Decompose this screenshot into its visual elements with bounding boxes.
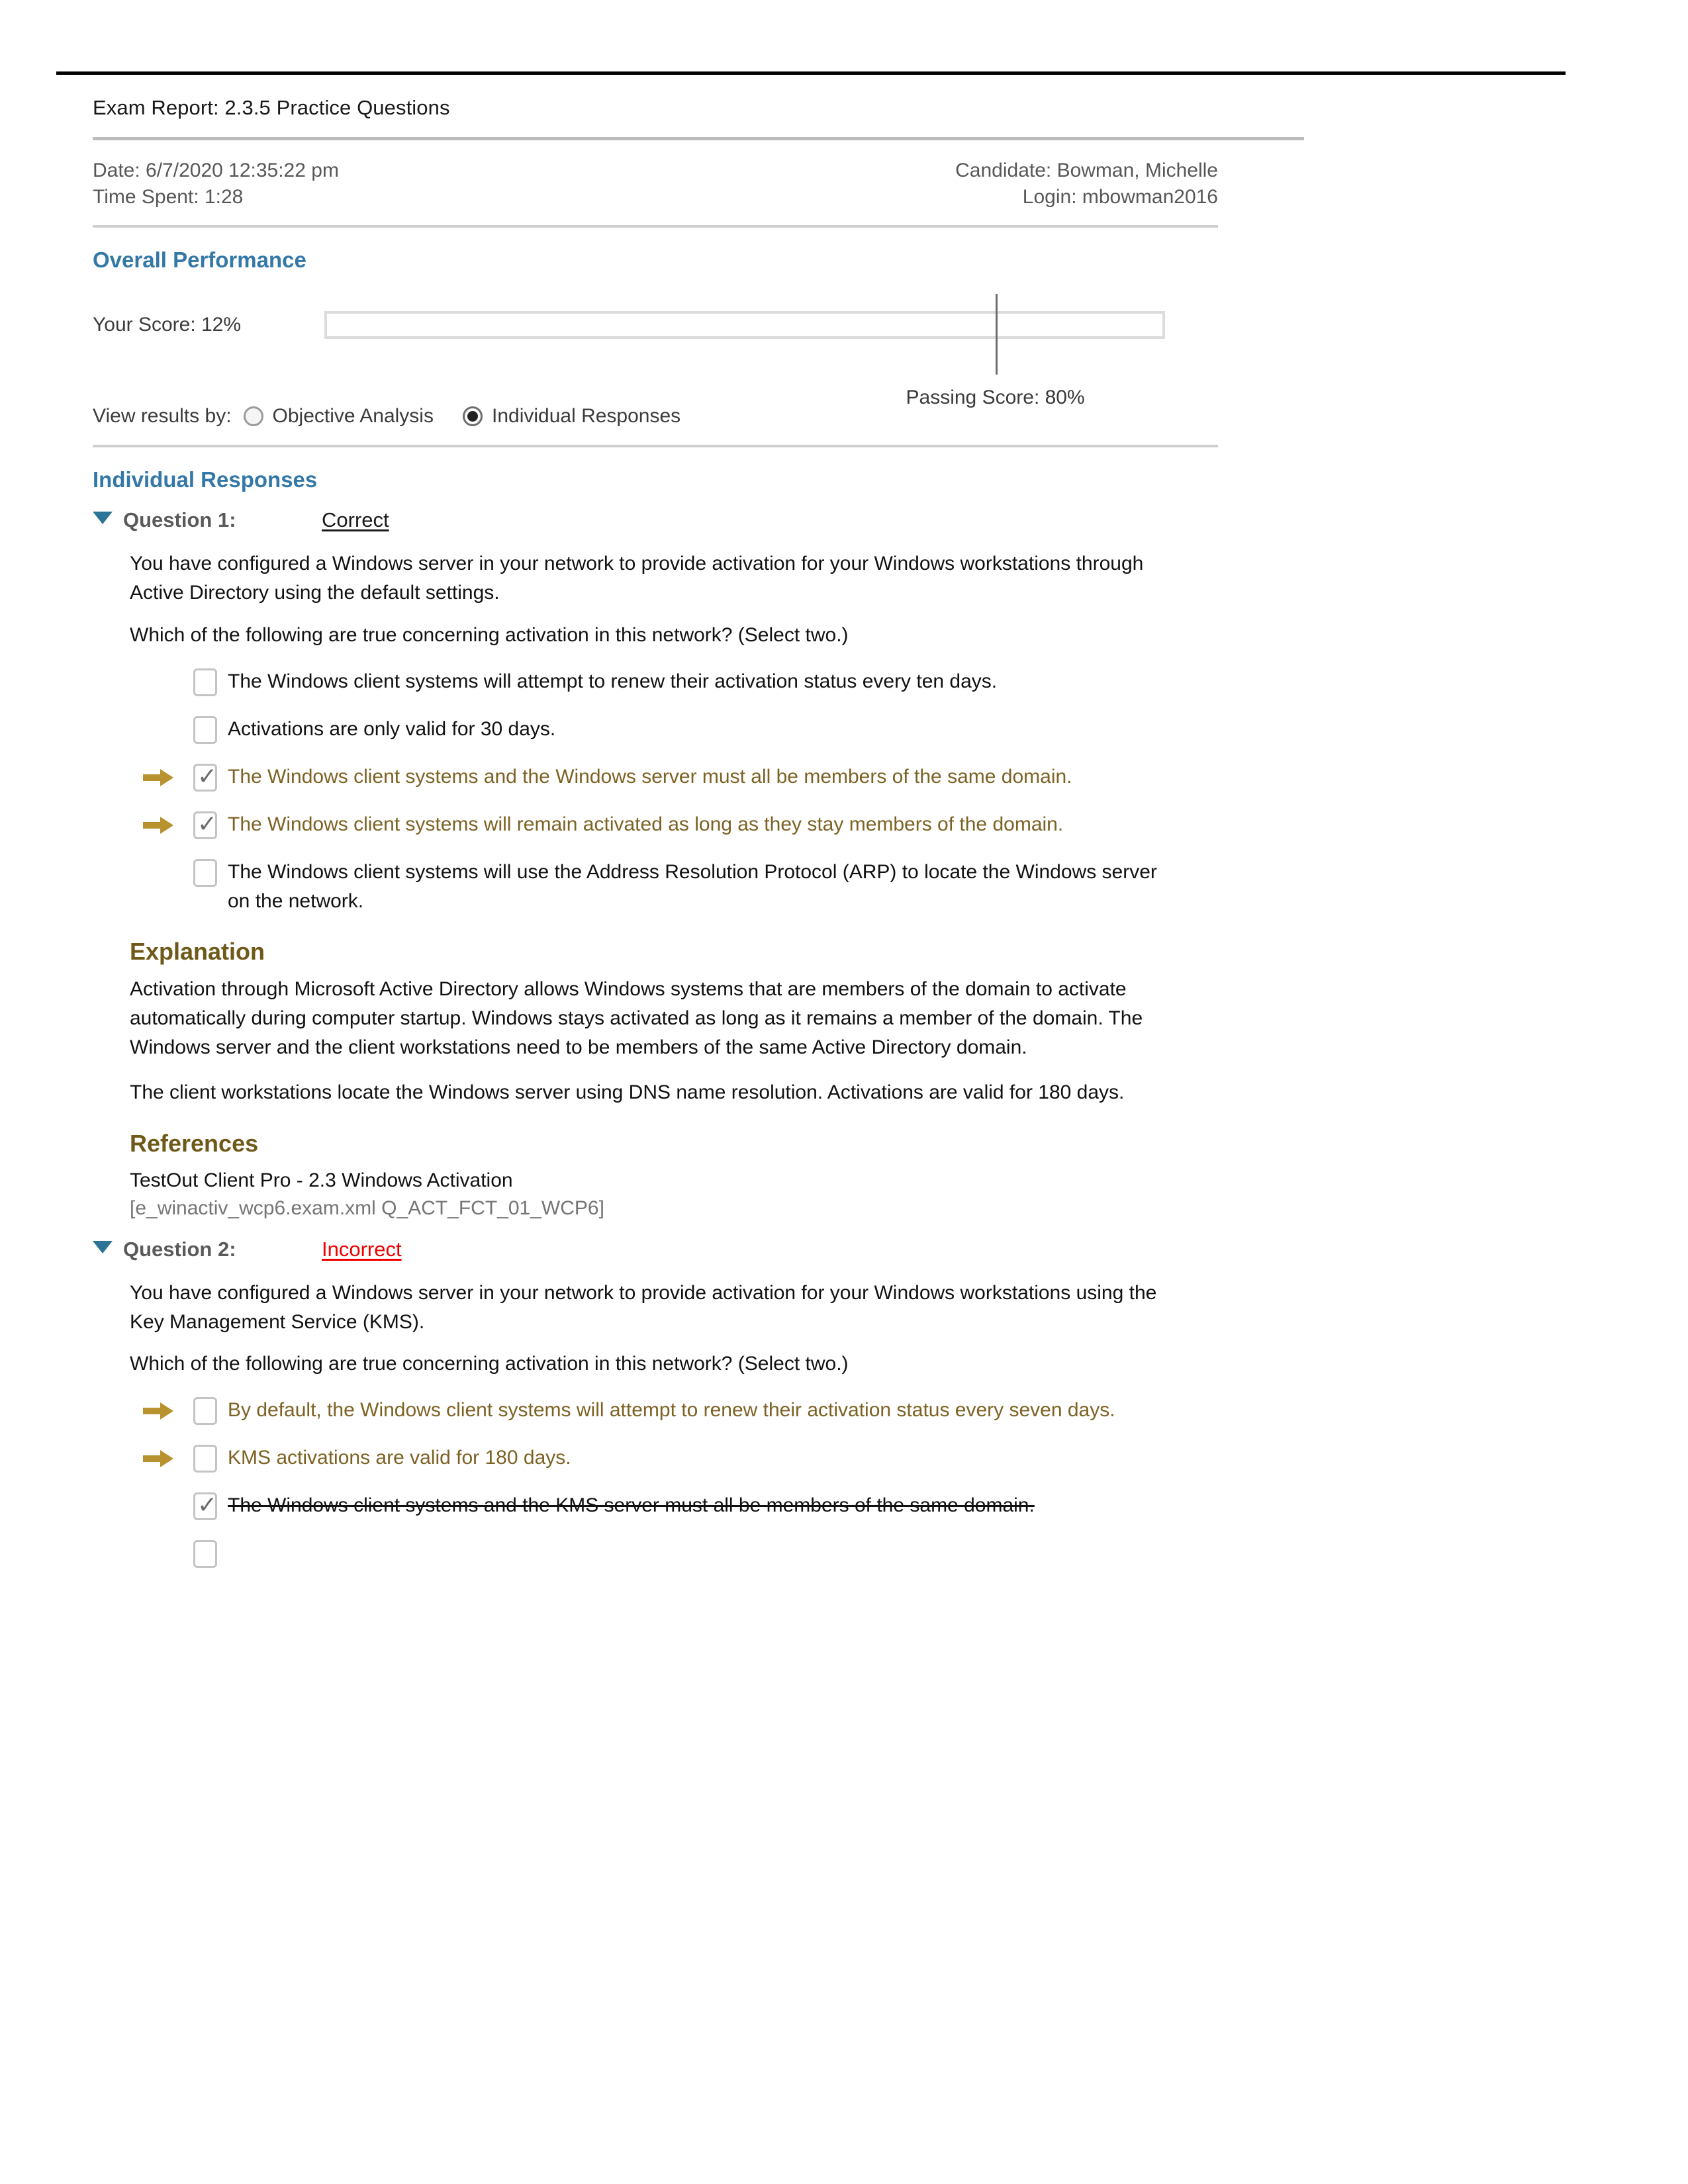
answer-checkbox[interactable] (193, 715, 217, 744)
exam-meta: Date: 6/7/2020 12:35:22 pm Time Spent: 1… (93, 140, 1218, 225)
exam-title: Exam Report: 2.3.5 Practice Questions (93, 96, 450, 119)
question-status: Correct (322, 508, 389, 532)
question-block: Question 1: Correct You have configured a … (93, 498, 1397, 1222)
answer-option-text: The Windows client systems will use the … (228, 860, 1157, 912)
score-bar-fill (327, 314, 428, 337)
explanation-paragraph: The client workstations locate the Windo… (130, 1081, 1125, 1103)
reference-title: TestOut Client Pro - 2.3 Windows Activat… (130, 1169, 513, 1191)
view-results-prompt: View results by: (93, 405, 232, 428)
radio-label-individual-responses[interactable]: Individual Responses (492, 405, 680, 428)
answer-option[interactable] (130, 1539, 1397, 1569)
exam-meta-left: Date: 6/7/2020 12:35:22 pm Time Spent: 1… (93, 158, 339, 210)
question-stem-paragraph: Which of the following are true concerni… (130, 623, 849, 646)
question-stem-paragraph: You have configured a Windows server in … (130, 553, 1144, 604)
question-header[interactable]: Question 1: Correct (93, 498, 1397, 536)
checkmark-icon: ✓ (197, 1492, 218, 1520)
question-number-label: Question 1: (123, 508, 236, 532)
answer-option[interactable]: KMS activations are valid for 180 days. (130, 1443, 1397, 1473)
arrow-right-icon (143, 816, 173, 834)
checkmark-icon: ✓ (197, 762, 218, 790)
candidate-name: Candidate: Bowman, Michelle (955, 159, 1218, 181)
answer-option[interactable]: ✓ The Windows client systems and the KMS … (130, 1491, 1397, 1521)
collapse-triangle-icon[interactable] (93, 1240, 113, 1253)
questions-list: Question 1: Correct You have configured a … (93, 498, 1397, 1569)
correct-answer-arrow-icon (143, 1450, 175, 1468)
answer-option-text: The Windows client systems will remain a… (228, 813, 1064, 835)
arrow-right-icon (143, 1450, 173, 1468)
correct-answer-arrow-icon (143, 816, 175, 834)
overall-performance-heading: Overall Performance (93, 248, 306, 273)
time-spent: Time Spent: 1:28 (93, 186, 244, 208)
correct-answer-arrow-icon (143, 1402, 175, 1420)
checkmark-icon: ✓ (197, 810, 218, 838)
question-header[interactable]: Question 2: Incorrect (93, 1227, 1397, 1265)
answer-option-text: The Windows client systems and the KMS s… (228, 1494, 1035, 1517)
answer-checkbox[interactable] (193, 668, 217, 696)
answer-options: By default, the Windows client systems w… (130, 1396, 1397, 1569)
candidate-login: Login: mbowman2016 (1022, 186, 1218, 208)
question-stem-paragraph: Which of the following are true concerni… (130, 1353, 849, 1375)
arrow-right-icon (143, 768, 173, 786)
your-score-label: Your Score: 12% (93, 314, 242, 336)
question-body: You have configured a Windows server in … (93, 549, 1397, 1222)
collapse-triangle-icon[interactable] (93, 512, 113, 525)
score-row: Your Score: 12% Passing Score: 80% (93, 294, 1165, 408)
view-results-row: View results by: Objective Analysis Indi… (93, 393, 1397, 445)
explanation-paragraph: Activation through Microsoft Active Dire… (130, 978, 1143, 1058)
report-content: Exam Report: 2.3.5 Practice Questions Da… (56, 71, 1566, 1586)
exam-date: Date: 6/7/2020 12:35:22 pm (93, 159, 339, 181)
answer-option-text: KMS activations are valid for 180 days. (228, 1447, 571, 1469)
passing-score-label: Passing Score: 80% (906, 387, 1085, 409)
view-results-divider (93, 445, 1218, 448)
answer-option[interactable]: By default, the Windows client systems w… (130, 1396, 1397, 1426)
answer-option[interactable]: The Windows client systems will use the … (130, 858, 1397, 916)
question-body: You have configured a Windows server in … (93, 1279, 1397, 1569)
answer-option-text: Activations are only valid for 30 days. (228, 717, 556, 740)
answer-option-text: By default, the Windows client systems w… (228, 1399, 1115, 1422)
question-number-label: Question 2: (123, 1237, 236, 1261)
radio-individual-responses[interactable] (462, 406, 483, 427)
correct-answer-arrow-icon (143, 768, 175, 786)
answer-option-text: The Windows client systems and the Windo… (228, 765, 1072, 788)
answer-options: The Windows client systems will attempt … (130, 667, 1397, 916)
answer-checkbox[interactable] (193, 1540, 217, 1569)
answer-option[interactable]: Activations are only valid for 30 days. (130, 715, 1397, 744)
exam-meta-right: Candidate: Bowman, Michelle Login: mbowm… (955, 158, 1218, 210)
meta-divider (93, 225, 1218, 228)
explanation-heading: Explanation (130, 938, 265, 966)
answer-checkbox[interactable] (193, 1445, 217, 1473)
radio-label-objective-analysis[interactable]: Objective Analysis (273, 405, 434, 428)
score-area: Your Score: 12% Passing Score: 80% (93, 287, 1397, 408)
references-heading: References (130, 1129, 259, 1157)
answer-option[interactable]: ✓ The Windows client systems and the Wind… (130, 762, 1397, 792)
individual-responses-heading: Individual Responses (93, 467, 318, 492)
answer-checkbox[interactable]: ✓ (193, 811, 217, 839)
answer-checkbox[interactable]: ✓ (193, 1492, 218, 1521)
arrow-right-icon (143, 1402, 173, 1420)
question-block: Question 2: Incorrect You have configured … (93, 1227, 1397, 1569)
score-bar: Passing Score: 80% (324, 294, 1165, 408)
exam-report-page: Exam Report: 2.3.5 Practice Questions Da… (0, 0, 1688, 2184)
passing-score-marker (995, 294, 998, 375)
question-status: Incorrect (322, 1237, 402, 1261)
answer-checkbox[interactable]: ✓ (193, 762, 218, 792)
answer-option[interactable]: The Windows client systems will attempt … (130, 667, 1397, 696)
reference-id: [e_winactiv_wcp6.exam.xml Q_ACT_FCT_01_W… (130, 1197, 604, 1220)
answer-checkbox[interactable] (193, 858, 217, 887)
answer-option-text: The Windows client systems will attempt … (228, 670, 998, 692)
answer-checkbox[interactable] (193, 1397, 217, 1426)
question-stem-paragraph: You have configured a Windows server in … (130, 1281, 1157, 1333)
answer-option[interactable]: ✓ The Windows client systems will remain … (130, 810, 1397, 839)
radio-objective-analysis[interactable] (243, 406, 263, 427)
